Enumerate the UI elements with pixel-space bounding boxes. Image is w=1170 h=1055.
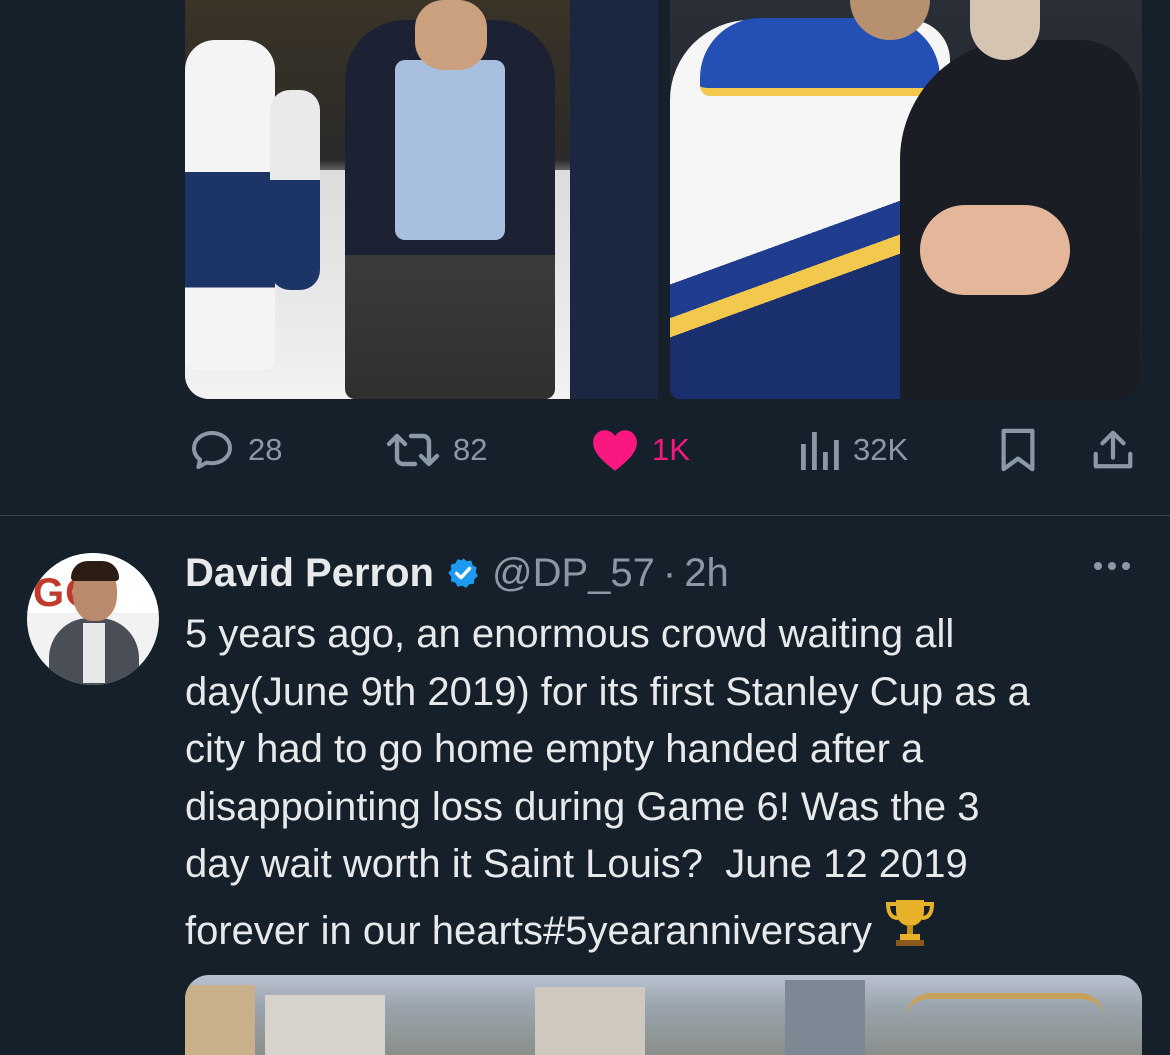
avatar[interactable]: GO	[27, 553, 159, 685]
retweet-count: 82	[453, 432, 488, 467]
like-count: 1K	[652, 432, 690, 467]
header-separator: ·	[662, 550, 677, 595]
photo-building	[785, 980, 865, 1055]
retweet-button[interactable]: 82	[385, 425, 487, 475]
photo-player	[185, 40, 275, 370]
tweet-time[interactable]: 2h	[684, 551, 729, 596]
tweet-divider	[0, 515, 1170, 516]
author-name[interactable]: David Perron	[185, 551, 434, 596]
share-button[interactable]	[1090, 425, 1136, 475]
trophy-icon	[882, 894, 938, 967]
bookmark-icon	[1001, 428, 1035, 472]
photo-arch	[905, 993, 1105, 1019]
tweet-header: David Perron @DP_57 · 2h	[185, 548, 729, 598]
tweet-media-photo[interactable]	[185, 975, 1142, 1055]
avatar-hair	[71, 561, 119, 581]
avatar-shirt	[83, 623, 105, 683]
photo-building	[185, 985, 255, 1055]
media-photo-right[interactable]	[669, 0, 1142, 399]
views-count: 32K	[853, 432, 909, 467]
reply-button[interactable]: 28	[188, 425, 282, 475]
photo-building	[535, 987, 645, 1055]
author-handle[interactable]: @DP_57	[492, 551, 655, 596]
more-options-icon[interactable]	[1094, 562, 1130, 570]
views-button[interactable]: 32K	[797, 425, 908, 475]
media-photo-left[interactable]	[185, 0, 658, 399]
verified-badge-icon[interactable]	[446, 556, 480, 590]
share-icon	[1093, 430, 1133, 469]
tweet-text-block: 5 years ago, an enormous crowd waiting a…	[185, 606, 1155, 967]
photo-arm	[570, 0, 658, 399]
photo-head	[415, 0, 487, 70]
tweet-media-grid	[185, 0, 1142, 399]
photo-building	[265, 995, 385, 1055]
photo-player-2	[270, 90, 320, 290]
photo-hand	[919, 205, 1070, 295]
photo-shirt	[395, 60, 505, 240]
reply-count: 28	[248, 432, 283, 467]
views-icon	[801, 432, 839, 470]
bookmark-button[interactable]	[998, 425, 1038, 475]
retweet-icon	[386, 433, 440, 467]
like-button[interactable]: 1K	[590, 425, 690, 475]
heart-icon	[593, 430, 637, 471]
reply-icon	[192, 431, 232, 469]
